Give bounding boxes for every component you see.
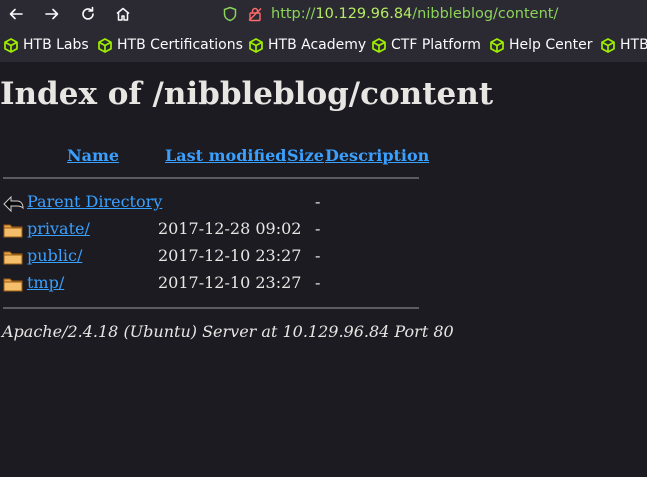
bookmark-label: HTB Labs — [23, 37, 89, 53]
url-scheme: http:// — [271, 6, 316, 22]
server-signature: Apache/2.4.18 (Ubuntu) Server at 10.129.… — [2, 322, 454, 341]
page-title: Index of /nibbleblog/content — [0, 76, 494, 112]
url-path: /nibbleblog/content/ — [412, 6, 559, 22]
htb-cube-icon — [601, 37, 615, 53]
reload-icon — [82, 6, 94, 20]
insecure-lock-icon — [248, 7, 262, 22]
bookmark-label: Help Center — [509, 37, 593, 53]
shield-icon — [223, 6, 237, 22]
column-header-name[interactable]: Name — [67, 146, 119, 165]
row-date: 2017-12-10 23:27 — [158, 246, 302, 265]
browser-toolbar: http://10.129.96.84/nibbleblog/content/ — [0, 0, 647, 28]
column-header-description[interactable]: Description — [325, 146, 429, 165]
address-bar[interactable]: http://10.129.96.84/nibbleblog/content/ — [222, 2, 558, 26]
column-header-size[interactable]: Size — [287, 146, 324, 165]
url-text[interactable]: http://10.129.96.84/nibbleblog/content/ — [271, 6, 558, 22]
reload-button[interactable] — [77, 4, 99, 24]
arrow-right-icon — [45, 8, 59, 20]
bookmark-htb-academy[interactable]: HTB Academy — [249, 28, 366, 62]
bookmark-label: CTF Platform — [391, 37, 481, 53]
bookmark-help-center[interactable]: Help Center — [490, 28, 593, 62]
bookmark-label: HTB Certifications — [117, 37, 243, 53]
row-size: - — [315, 192, 321, 211]
back-button[interactable] — [5, 4, 27, 24]
folder-icon — [3, 278, 23, 292]
bookmark-label: HTB Academy — [268, 37, 367, 53]
row-size: - — [315, 273, 321, 292]
home-icon — [116, 7, 130, 21]
table-row: public/ 2017-12-10 23:27 - — [0, 246, 647, 270]
bookmark-htb[interactable]: HTB — [601, 28, 647, 62]
column-header-last-modified[interactable]: Last modified — [165, 146, 286, 165]
url-host: 10.129.96.84 — [315, 6, 413, 22]
folder-icon — [3, 224, 23, 238]
folder-link-private[interactable]: private/ — [27, 219, 90, 238]
parent-directory-link[interactable]: Parent Directory — [27, 192, 162, 211]
home-button[interactable] — [112, 4, 134, 24]
arrow-left-icon — [9, 8, 23, 20]
table-divider-top — [3, 177, 419, 179]
table-divider-bottom — [3, 307, 419, 309]
htb-cube-icon — [98, 37, 112, 53]
row-size: - — [315, 219, 321, 238]
row-size: - — [315, 246, 321, 265]
bookmark-htb-certifications[interactable]: HTB Certifications — [98, 28, 243, 62]
page-content: Index of /nibbleblog/content Name Last m… — [0, 62, 647, 477]
back-icon — [3, 195, 24, 213]
htb-cube-icon — [249, 37, 263, 53]
bookmark-htb-labs[interactable]: HTB Labs — [4, 28, 89, 62]
bookmarks-toolbar: HTB Labs HTB Certifications HTB Academy … — [0, 28, 647, 63]
row-date: 2017-12-10 23:27 — [158, 273, 302, 292]
htb-cube-icon — [4, 37, 18, 53]
bookmark-label: HTB — [620, 37, 647, 53]
htb-cube-icon — [490, 37, 504, 53]
bookmark-ctf-platform[interactable]: CTF Platform — [372, 28, 481, 62]
row-date: 2017-12-28 09:02 — [158, 219, 302, 238]
table-row: private/ 2017-12-28 09:02 - — [0, 219, 647, 243]
folder-link-public[interactable]: public/ — [27, 246, 82, 265]
forward-button[interactable] — [41, 4, 63, 24]
htb-cube-icon — [372, 37, 386, 53]
folder-link-tmp[interactable]: tmp/ — [27, 273, 64, 292]
folder-icon — [3, 251, 23, 265]
table-row: tmp/ 2017-12-10 23:27 - — [0, 273, 647, 297]
table-row: Parent Directory - — [0, 192, 647, 216]
